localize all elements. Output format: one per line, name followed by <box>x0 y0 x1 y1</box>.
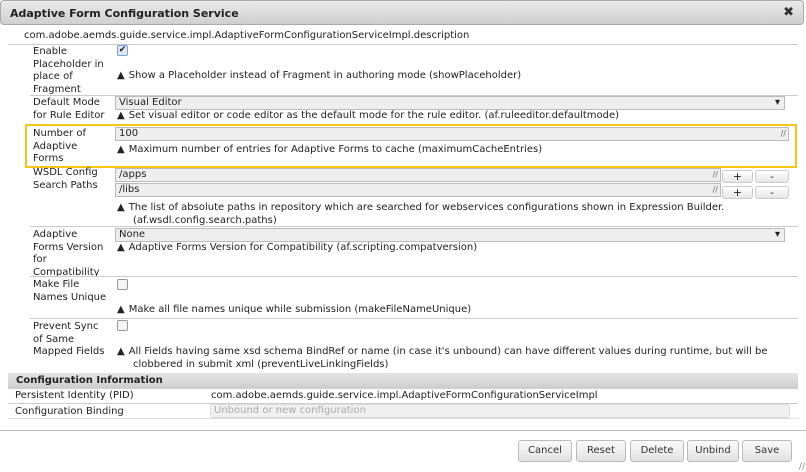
divider <box>8 418 798 419</box>
help-text: ▲ Set visual editor or code editor as the… <box>117 110 620 121</box>
cancel-button[interactable]: Cancel <box>518 440 572 462</box>
binding-label: Configuration Binding <box>15 406 124 417</box>
label-default-mode: Default Mode for Rule Editor <box>33 97 105 121</box>
help-text: ▲ Maximum number of entries for Adaptive … <box>117 144 543 155</box>
configuration-binding-field[interactable]: Unbound or new configuration <box>210 404 790 418</box>
resize-grip-icon[interactable]: // <box>799 462 805 472</box>
compat-version-select[interactable]: None <box>115 228 785 242</box>
warning-icon: ▲ <box>117 202 125 213</box>
wsdl-path-input[interactable]: /libs// <box>115 183 721 197</box>
max-cache-entries-input[interactable]: 100// <box>115 127 789 141</box>
label-forms-version: Adaptive Forms Version for Compatibility <box>33 229 104 278</box>
reset-button[interactable]: Reset <box>576 440 626 462</box>
divider <box>30 226 798 227</box>
wsdl-path-input[interactable]: /apps// <box>115 168 721 182</box>
warning-icon: ▲ <box>117 144 125 155</box>
label-prevent-sync: Prevent Sync of Same Mapped Fields <box>33 321 105 357</box>
service-description: com.adobe.aemds.guide.service.impl.Adapt… <box>24 30 470 41</box>
divider <box>30 318 798 319</box>
config-info-header: Configuration Information <box>8 373 798 389</box>
label-wsdl-paths: WSDL Config Search Paths <box>33 167 98 191</box>
label-make-file-names-unique: Make File Names Unique <box>33 279 107 303</box>
make-file-name-unique-checkbox[interactable] <box>117 279 128 290</box>
help-text: ▲ The list of absolute paths in repositor… <box>117 202 725 226</box>
pid-value: com.adobe.aemds.guide.service.impl.Adapt… <box>211 390 598 401</box>
close-icon[interactable]: ✖ <box>783 5 794 20</box>
dialog-title: Adaptive Form Configuration Service <box>10 7 239 20</box>
add-path-button[interactable]: + <box>722 186 753 199</box>
add-path-button[interactable]: + <box>722 170 753 183</box>
help-text: ▲ All Fields having same xsd schema BindR… <box>117 346 768 370</box>
warning-icon: ▲ <box>117 304 125 315</box>
show-placeholder-checkbox[interactable]: ✔ <box>117 45 128 56</box>
warning-icon: ▲ <box>117 110 125 121</box>
divider <box>0 430 806 431</box>
divider <box>30 276 798 277</box>
save-button[interactable]: Save <box>742 440 792 462</box>
help-text: ▲ Show a Placeholder instead of Fragment … <box>117 70 522 81</box>
remove-path-button[interactable]: - <box>755 186 789 199</box>
help-text: ▲ Make all file names unique while submis… <box>117 304 472 315</box>
warning-icon: ▲ <box>117 242 125 253</box>
pid-label: Persistent Identity (PID) <box>15 390 134 401</box>
unbind-button[interactable]: Unbind <box>687 440 739 462</box>
rule-editor-mode-select[interactable]: Visual Editor <box>115 96 785 110</box>
label-number-of-forms: Number of Adaptive Forms <box>33 128 86 164</box>
delete-button[interactable]: Delete <box>630 440 684 462</box>
help-text: ▲ Adaptive Forms Version for Compatibilit… <box>117 242 478 253</box>
label-enable-placeholder: Enable Placeholder in place of Fragment <box>33 46 104 95</box>
warning-icon: ▲ <box>117 346 125 357</box>
warning-icon: ▲ <box>117 70 125 81</box>
remove-path-button[interactable]: - <box>755 170 789 183</box>
dialog-title-bar[interactable]: Adaptive Form Configuration Service <box>0 0 804 25</box>
prevent-live-linking-checkbox[interactable] <box>117 320 128 331</box>
